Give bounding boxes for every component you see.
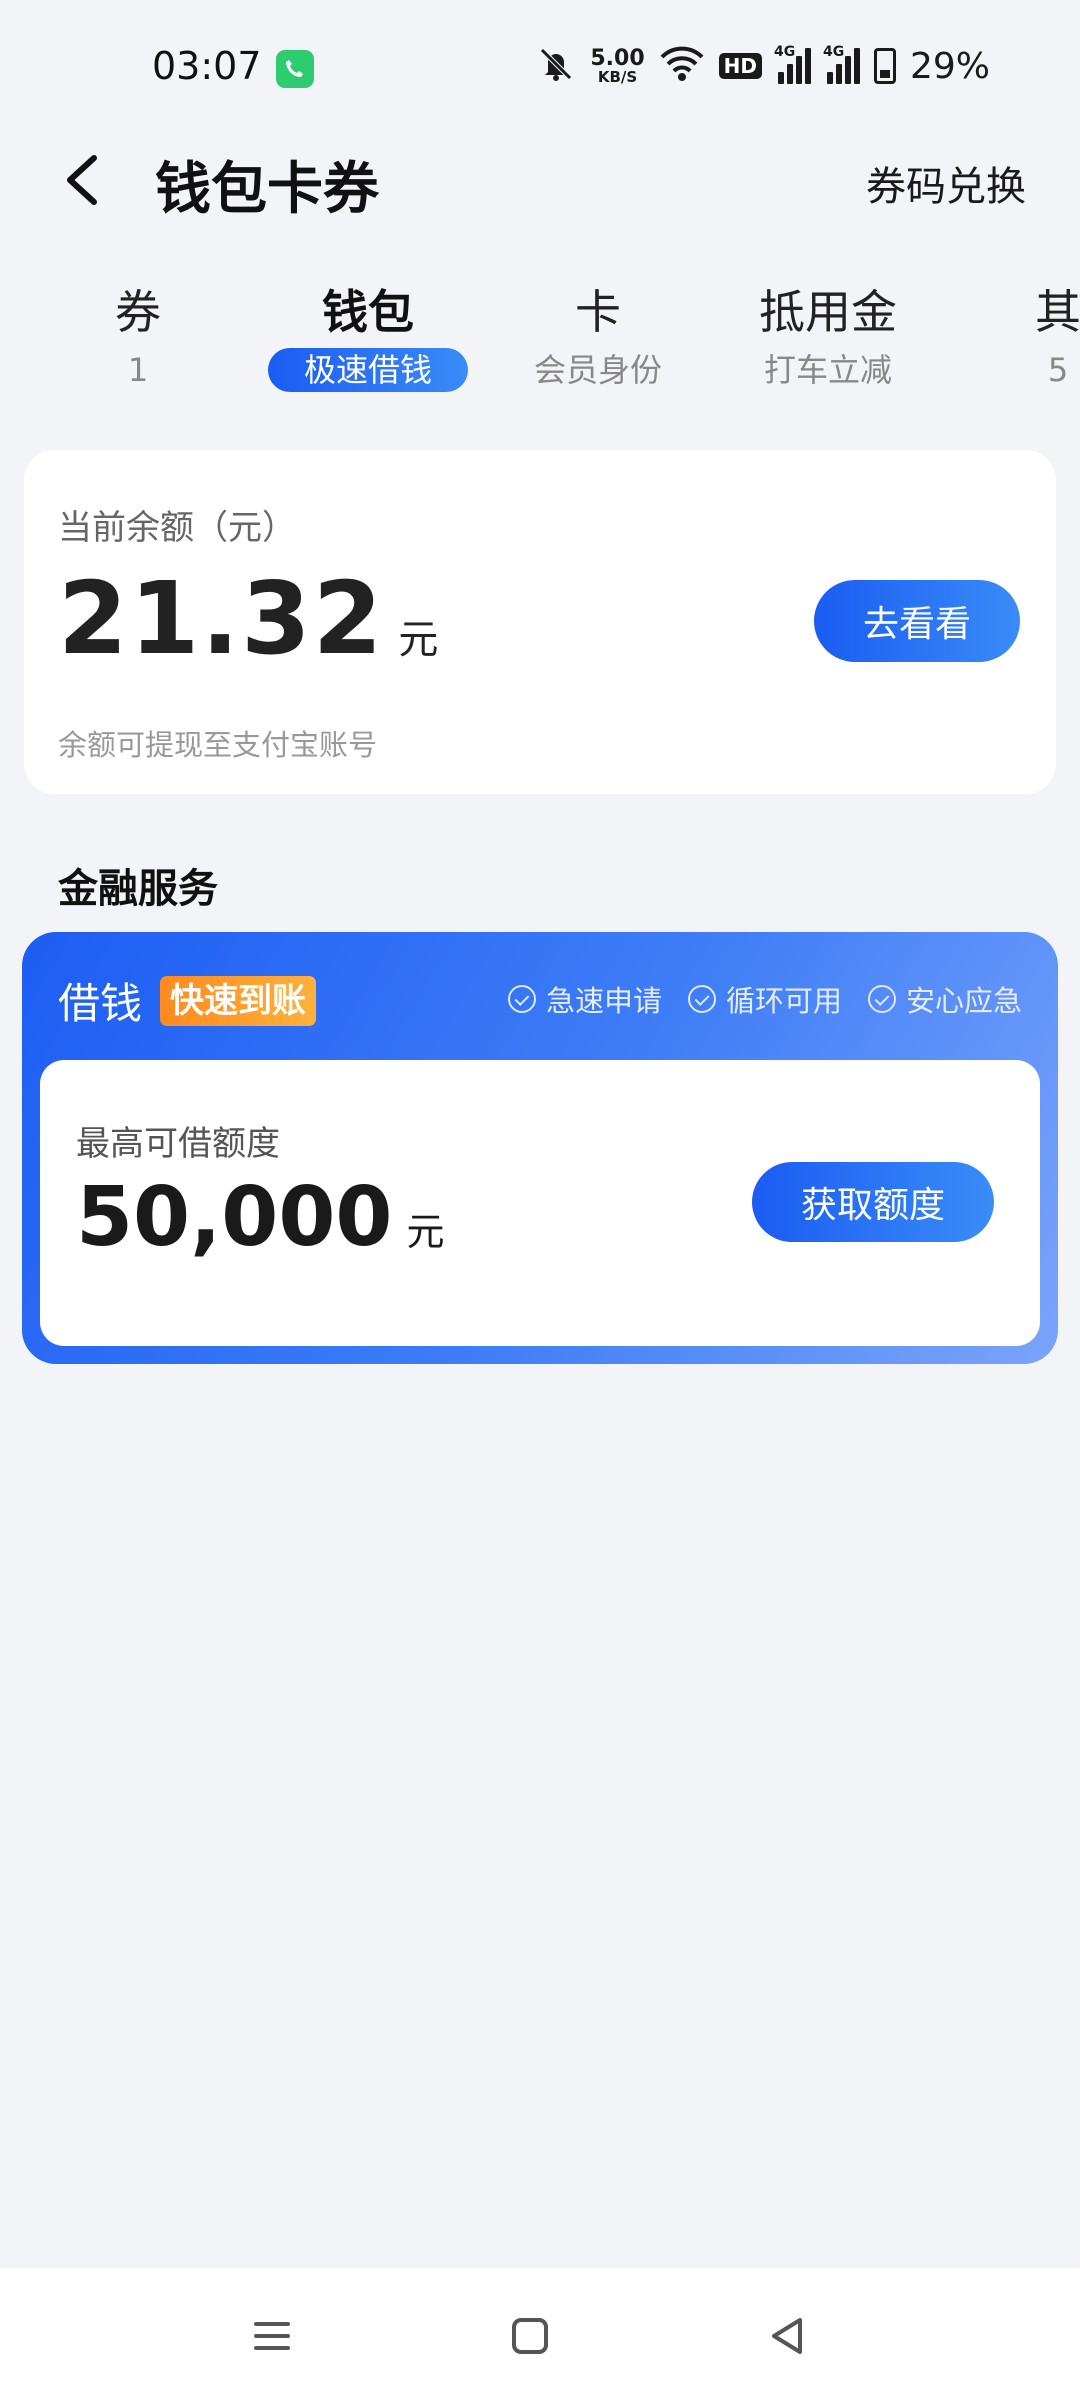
tab-coupon[interactable]: 券 1 — [28, 282, 248, 392]
fast-arrival-badge: 快速到账 — [160, 975, 317, 1026]
loan-card[interactable]: 借钱 快速到账 急速申请 循环可用 安心应急 最高可借额度 50,000 元 获… — [22, 932, 1058, 1364]
get-quota-button[interactable]: 获取额度 — [752, 1162, 994, 1242]
network-speed-unit: KB/S — [597, 67, 638, 86]
balance-value: 21.32 — [58, 560, 385, 677]
hd-badge: HD — [718, 53, 762, 79]
back-triangle-icon — [772, 2318, 802, 2354]
feature-label: 急速申请 — [545, 984, 662, 1018]
app-header: 钱包卡券 券码兑换 — [0, 130, 1080, 230]
loan-features: 急速申请 循环可用 安心应急 — [507, 978, 1022, 1020]
tab-card[interactable]: 卡 会员身份 — [488, 282, 708, 392]
signal-icon: 4G — [774, 44, 811, 84]
home-button[interactable] — [500, 2306, 560, 2366]
check-circle-icon — [507, 985, 536, 1013]
back-nav-button[interactable] — [758, 2306, 818, 2366]
mute-icon — [536, 44, 576, 88]
feature-item: 安心应急 — [867, 978, 1022, 1020]
network-speed: 5.00 KB/S — [590, 45, 645, 86]
redeem-code-link[interactable]: 券码兑换 — [866, 154, 1026, 212]
section-title: 金融服务 — [58, 866, 218, 912]
status-icons: 5.00 KB/S HD 4G 4G 29% — [536, 44, 990, 88]
network-speed-value: 5.00 — [590, 45, 645, 71]
loan-limit-value: 50,000 — [76, 1170, 393, 1265]
battery-percent: 29% — [909, 45, 990, 87]
category-tabs: 券 1 钱包 极速借钱 卡 会员身份 抵用金 打车立减 其 5 — [0, 282, 1080, 402]
signal-icon: 4G — [823, 44, 860, 84]
tab-subtitle-badge: 极速借钱 — [267, 348, 468, 392]
tab-other[interactable]: 其 5 — [948, 282, 1080, 392]
tab-voucher[interactable]: 抵用金 打车立减 — [718, 282, 938, 392]
tab-title: 抵用金 — [759, 285, 897, 339]
loan-limit-amount: 50,000 元 — [76, 1170, 444, 1265]
phone-call-icon — [276, 50, 314, 88]
balance-unit: 元 — [398, 617, 439, 663]
menu-button[interactable] — [242, 2306, 302, 2366]
balance-amount: 21.32 元 — [58, 560, 438, 677]
tab-subtitle: 会员身份 — [533, 351, 662, 389]
loan-header: 借钱 快速到账 — [58, 970, 317, 1031]
back-button[interactable] — [52, 144, 124, 216]
feature-item: 急速申请 — [507, 978, 662, 1020]
status-time: 03:07 — [152, 44, 262, 88]
loan-limit-unit: 元 — [406, 1210, 445, 1254]
loan-limit-panel: 最高可借额度 50,000 元 获取额度 — [40, 1060, 1040, 1346]
tab-title: 钱包 — [322, 285, 414, 339]
loan-limit-label: 最高可借额度 — [76, 1124, 280, 1164]
feature-item: 循环可用 — [687, 978, 842, 1020]
feature-label: 循环可用 — [725, 984, 842, 1018]
tab-subtitle: 5 — [1047, 351, 1069, 389]
signal-type-label: 4G — [822, 44, 845, 60]
status-bar: 03:07 5.00 KB/S HD 4G 4G 29% — [0, 0, 1080, 140]
check-circle-icon — [687, 985, 716, 1013]
loan-title: 借钱 — [58, 979, 143, 1028]
tab-title: 券 — [115, 285, 161, 339]
tab-title: 卡 — [575, 285, 621, 339]
menu-icon — [254, 2322, 290, 2350]
battery-icon — [873, 48, 896, 84]
check-circle-icon — [867, 985, 896, 1013]
feature-label: 安心应急 — [905, 984, 1022, 1018]
balance-note: 余额可提现至支付宝账号 — [58, 728, 378, 762]
balance-label: 当前余额（元） — [58, 508, 296, 548]
chevron-left-icon — [67, 155, 97, 205]
tab-subtitle: 打车立减 — [763, 351, 892, 389]
page-title: 钱包卡券 — [155, 157, 379, 222]
signal-type-label: 4G — [773, 44, 796, 60]
home-square-icon — [512, 2318, 548, 2354]
view-balance-button[interactable]: 去看看 — [814, 580, 1020, 662]
tab-wallet[interactable]: 钱包 极速借钱 — [258, 282, 478, 392]
balance-card: 当前余额（元） 21.32 元 去看看 余额可提现至支付宝账号 — [24, 450, 1056, 794]
system-nav-bar — [0, 2268, 1080, 2400]
tab-subtitle: 1 — [127, 351, 149, 389]
wifi-icon — [659, 45, 705, 87]
tab-title: 其 — [1035, 285, 1080, 339]
